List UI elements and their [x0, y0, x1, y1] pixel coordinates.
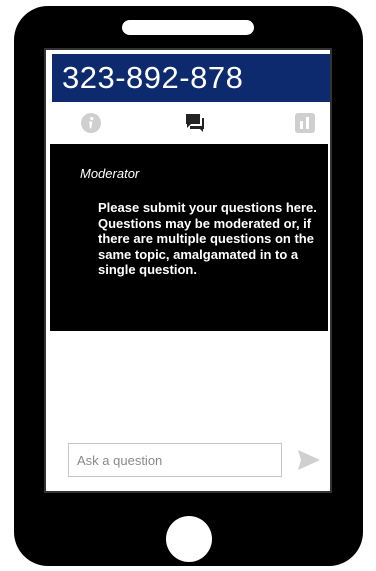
question-input[interactable]: [68, 443, 282, 477]
meeting-code-header: 323-892-878: [52, 54, 330, 102]
info-icon: [81, 113, 101, 133]
question-input-row: [46, 443, 330, 481]
tab-info[interactable]: [78, 110, 104, 136]
phone-frame: 323-892-878 Moderator Please submit your…: [14, 6, 363, 566]
chat-panel: Moderator Please submit your questions h…: [50, 144, 328, 331]
send-arrow-icon: [298, 450, 320, 470]
chat-bubbles-icon: [186, 114, 204, 132]
speaker-slot: [122, 20, 254, 35]
tab-chat[interactable]: [182, 110, 208, 136]
app-screen: 323-892-878 Moderator Please submit your…: [44, 48, 332, 493]
moderator-message: Please submit your questions here. Quest…: [98, 200, 317, 277]
bar-chart-icon: [295, 113, 315, 133]
tab-bar: [46, 104, 330, 142]
tab-stats[interactable]: [292, 110, 318, 136]
send-button[interactable]: [296, 447, 322, 473]
message-author: Moderator: [80, 166, 140, 181]
home-button[interactable]: [166, 516, 212, 562]
